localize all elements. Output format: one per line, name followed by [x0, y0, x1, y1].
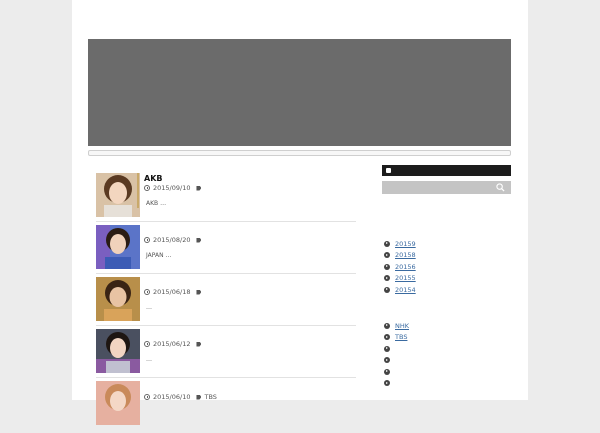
post-divider — [96, 325, 356, 326]
header-banner — [88, 39, 511, 146]
archive-item[interactable]: 20156 — [384, 261, 416, 273]
post-divider — [96, 273, 356, 274]
post-excerpt: … — [146, 356, 152, 363]
archive-list: 20159 20158 20156 20155 20154 — [384, 238, 416, 296]
arrow-bullet-icon — [384, 240, 390, 247]
nav-bar[interactable] — [88, 150, 511, 156]
category-item[interactable] — [384, 355, 409, 367]
post-item[interactable]: 2015/06/10 TBS — [96, 381, 356, 433]
category-list: NHK TBS — [384, 320, 409, 389]
post-meta: 2015/09/10 — [144, 184, 204, 192]
search-bar[interactable] — [382, 181, 511, 194]
category-item[interactable] — [384, 378, 409, 390]
category-item[interactable] — [384, 343, 409, 355]
post-excerpt: AKB … — [146, 200, 167, 207]
category-item[interactable] — [384, 366, 409, 378]
clock-icon — [144, 394, 150, 400]
category-item[interactable]: TBS — [384, 332, 409, 344]
post-date: 2015/08/20 — [153, 236, 191, 244]
tag-icon — [196, 185, 202, 191]
post-item[interactable]: 2015/08/20 JAPAN … — [96, 225, 356, 277]
clock-icon — [144, 185, 150, 191]
archive-item[interactable]: 20154 — [384, 284, 416, 296]
arrow-bullet-icon — [384, 286, 390, 293]
post-item[interactable]: 2015/06/18 … — [96, 277, 356, 329]
archive-link[interactable]: 20159 — [395, 240, 416, 248]
archive-item[interactable]: 20158 — [384, 250, 416, 262]
post-divider — [96, 221, 356, 222]
post-title[interactable]: AKB — [144, 174, 163, 183]
post-thumbnail[interactable] — [96, 381, 140, 425]
post-meta: 2015/08/20 — [144, 236, 204, 244]
arrow-bullet-icon — [384, 263, 390, 270]
post-thumbnail[interactable] — [96, 277, 140, 321]
rss-widget-bar[interactable] — [382, 165, 511, 176]
arrow-bullet-icon — [384, 275, 390, 282]
rss-icon — [386, 168, 391, 173]
post-item[interactable]: 2015/06/12 … — [96, 329, 356, 381]
page-container: AKB 2015/09/10 AKB … 2015/08/20 JAPAN … … — [72, 0, 528, 425]
post-excerpt: JAPAN … — [146, 252, 172, 259]
archive-link[interactable]: 20155 — [395, 274, 416, 282]
category-item[interactable]: NHK — [384, 320, 409, 332]
archive-link[interactable]: 20154 — [395, 286, 416, 294]
post-meta: 2015/06/18 — [144, 288, 204, 296]
archive-link[interactable]: 20158 — [395, 251, 416, 259]
tag-icon — [196, 394, 202, 400]
arrow-bullet-icon — [384, 368, 390, 375]
arrow-bullet-icon — [384, 380, 390, 387]
post-divider — [96, 377, 356, 378]
search-icon[interactable] — [496, 183, 505, 192]
clock-icon — [144, 237, 150, 243]
tag-icon — [196, 289, 202, 295]
arrow-bullet-icon — [384, 252, 390, 259]
arrow-bullet-icon — [384, 322, 390, 329]
post-accent — [137, 173, 139, 208]
post-item[interactable]: AKB 2015/09/10 AKB … — [96, 173, 356, 225]
post-thumbnail[interactable] — [96, 173, 140, 217]
arrow-bullet-icon — [384, 334, 390, 341]
post-date: 2015/09/10 — [153, 184, 191, 192]
category-link[interactable]: NHK — [395, 322, 409, 330]
archive-item[interactable]: 20159 — [384, 238, 416, 250]
archive-link[interactable]: 20156 — [395, 263, 416, 271]
archive-item[interactable]: 20155 — [384, 273, 416, 285]
arrow-bullet-icon — [384, 345, 390, 352]
tag-icon — [196, 237, 202, 243]
tag-icon — [196, 341, 202, 347]
post-thumbnail[interactable] — [96, 329, 140, 373]
category-link[interactable]: TBS — [395, 333, 407, 341]
clock-icon — [144, 289, 150, 295]
post-excerpt: … — [146, 304, 152, 311]
post-date: 2015/06/12 — [153, 340, 191, 348]
post-date: 2015/06/18 — [153, 288, 191, 296]
post-meta: 2015/06/12 — [144, 340, 204, 348]
clock-icon — [144, 341, 150, 347]
arrow-bullet-icon — [384, 357, 390, 364]
post-thumbnail[interactable] — [96, 225, 140, 269]
